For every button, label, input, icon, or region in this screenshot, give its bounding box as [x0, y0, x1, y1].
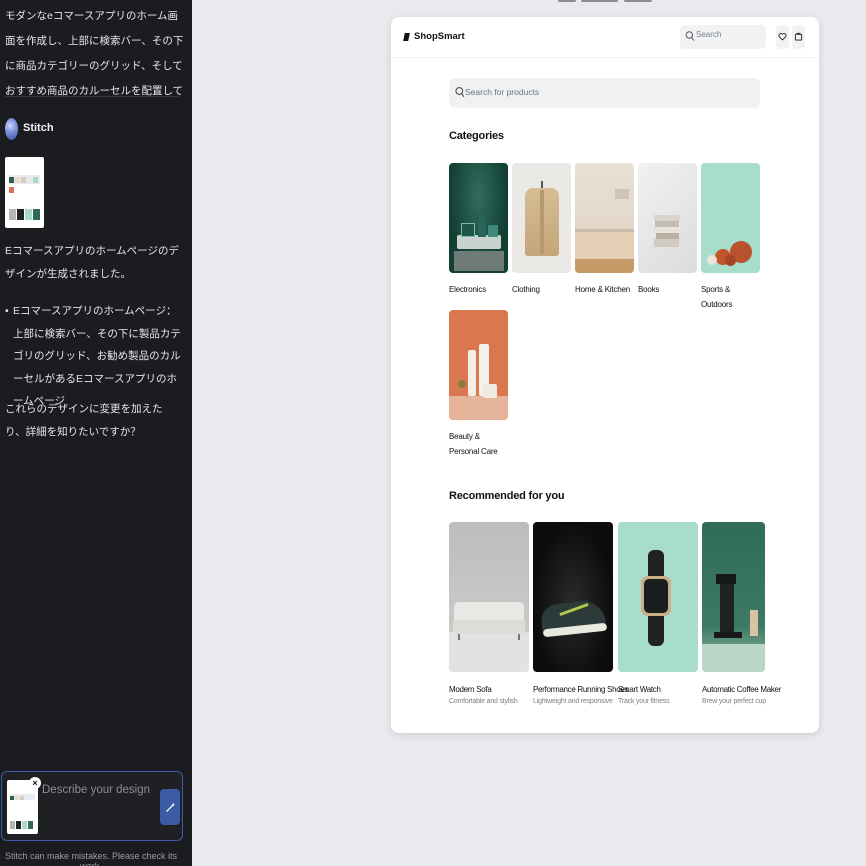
- categories-title: Categories: [449, 130, 504, 142]
- toolbar-edge: [624, 0, 652, 2]
- product-card-running-shoes[interactable]: Performance Running Shoes Lightweight an…: [533, 522, 629, 705]
- product-name: Smart Watch: [618, 685, 661, 694]
- product-description: Comfortable and stylish: [449, 698, 518, 705]
- home-kitchen-image: [575, 163, 634, 273]
- category-tile-beauty-personal-care[interactable]: Beauty & Personal Care: [449, 310, 509, 459]
- brand-name: ShopSmart: [414, 31, 465, 42]
- recommended-title: Recommended for you: [449, 490, 565, 502]
- close-icon[interactable]: ×: [29, 777, 41, 789]
- search-icon: [685, 29, 695, 47]
- product-name: Modern Sofa: [449, 685, 492, 694]
- product-name: Performance Running Shoes: [533, 685, 629, 694]
- product-description: Brew your perfect cup: [702, 698, 766, 705]
- divider: [5, 96, 179, 97]
- brand-logo-icon: [403, 33, 410, 41]
- header-search-input[interactable]: [696, 30, 762, 39]
- design-thumbnail[interactable]: [5, 157, 44, 228]
- app-preview-frame: ShopSmart Categories: [391, 17, 819, 733]
- wishlist-button[interactable]: [776, 25, 789, 49]
- product-name: Automatic Coffee Maker: [702, 685, 782, 694]
- product-search-bar[interactable]: [449, 78, 760, 108]
- search-icon: [455, 86, 465, 104]
- app-header: ShopSmart: [391, 17, 819, 58]
- books-image: [638, 163, 697, 273]
- cart-button[interactable]: [792, 25, 805, 49]
- stitch-avatar: [5, 118, 18, 140]
- product-description: Track your fitness: [618, 698, 670, 705]
- product-description: Lightweight and responsive: [533, 698, 613, 705]
- response-intro: Eコマースアプリのホームページのデザインが生成されました。: [5, 245, 179, 280]
- disclaimer: Stitch can make mistakes. Please check i…: [4, 851, 178, 866]
- response-question: これらのデザインに変更を加えたり、詳細を知りたいですか？: [5, 403, 163, 438]
- category-tile-electronics[interactable]: Electronics: [449, 163, 509, 298]
- product-card-smart-watch[interactable]: Smart Watch Track your fitness: [618, 522, 699, 705]
- response-item: Eコマースアプリのホームページ：上部に検索バー、その下に製品カテゴリのグリッド、…: [5, 300, 183, 413]
- design-composer: ×: [1, 771, 183, 841]
- category-tile-clothing[interactable]: Clothing: [512, 163, 572, 298]
- category-label: Clothing: [512, 285, 540, 294]
- magic-wand-icon: [165, 800, 176, 814]
- header-search[interactable]: [680, 25, 766, 49]
- send-button[interactable]: [160, 789, 180, 825]
- category-label: Home & Kitchen: [575, 285, 631, 294]
- category-tile-sports-outdoors[interactable]: Sports & Outdoors: [701, 163, 761, 312]
- sports-outdoors-image: [701, 163, 760, 273]
- product-card-coffee-maker[interactable]: Automatic Coffee Maker Brew your perfect…: [702, 522, 783, 705]
- coffee-maker-image: [702, 522, 765, 672]
- toolbar-edge: [558, 0, 576, 2]
- beauty-personal-care-image: [449, 310, 508, 420]
- category-label: Electronics: [449, 285, 486, 294]
- category-label: Sports & Outdoors: [701, 285, 733, 309]
- category-label: Books: [638, 285, 660, 294]
- running-shoes-image: [533, 522, 613, 672]
- product-search-input[interactable]: [465, 87, 745, 97]
- design-prompt-input[interactable]: [42, 784, 152, 796]
- category-tile-home-kitchen[interactable]: Home & Kitchen: [575, 163, 635, 298]
- modern-sofa-image: [449, 522, 529, 672]
- agent-name: Stitch: [23, 122, 54, 134]
- electronics-image: [449, 163, 508, 273]
- user-prompt: モダンなeコマースアプリのホーム画面を作成し、上部に検索バー、その下に商品カテゴ…: [5, 10, 184, 97]
- smart-watch-image: [618, 522, 698, 672]
- chat-sidebar: モダンなeコマースアプリのホーム画面を作成し、上部に検索バー、その下に商品カテゴ…: [0, 0, 192, 866]
- category-tile-books[interactable]: Books: [638, 163, 698, 298]
- category-label: Beauty & Personal Care: [449, 432, 498, 456]
- toolbar-edge: [581, 0, 618, 2]
- clothing-image: [512, 163, 571, 273]
- product-card-modern-sofa[interactable]: Modern Sofa Comfortable and stylish: [449, 522, 530, 705]
